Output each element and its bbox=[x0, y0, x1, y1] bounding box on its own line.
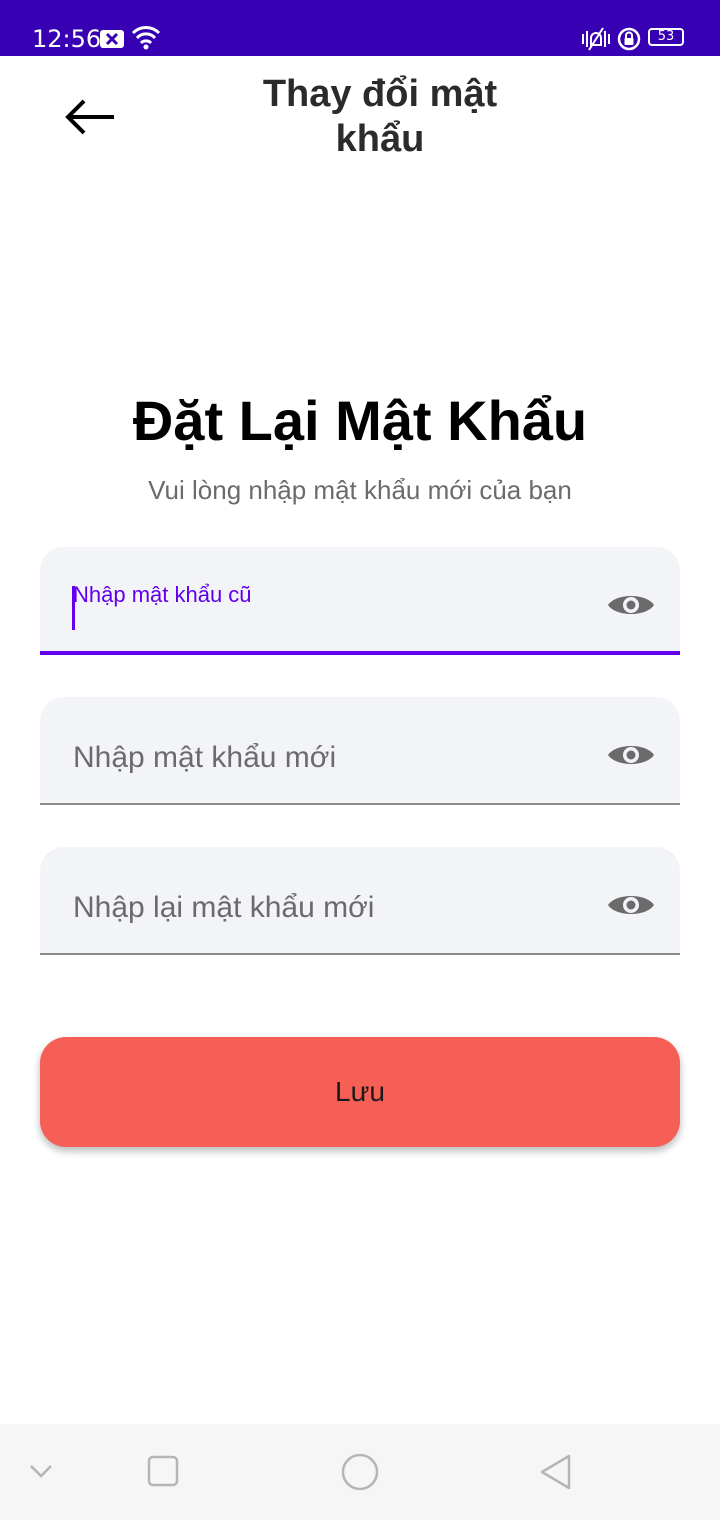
reset-password-heading: Đặt Lại Mật Khẩu bbox=[132, 389, 588, 452]
arrow-left-icon bbox=[65, 99, 114, 135]
notification-x-icon bbox=[100, 30, 124, 48]
eye-icon[interactable] bbox=[606, 890, 656, 920]
save-button[interactable]: Lưu bbox=[40, 1037, 680, 1147]
old-password-field[interactable]: Nhập mật khẩu cũ bbox=[40, 547, 680, 655]
system-nav-bar bbox=[0, 1424, 720, 1520]
reset-password-subheading: Vui lòng nhập mật khẩu mới của bạn bbox=[148, 475, 572, 505]
page-title-line-2: khẩu bbox=[335, 118, 425, 160]
status-time: 12:56 bbox=[32, 25, 102, 53]
page-title-line-1: Thay đổi mật bbox=[262, 73, 498, 115]
old-password-label: Nhập mật khẩu cũ bbox=[73, 582, 252, 607]
confirm-password-field[interactable]: Nhập lại mật khẩu mới bbox=[40, 847, 680, 955]
confirm-password-placeholder: Nhập lại mật khẩu mới bbox=[73, 891, 375, 924]
back-button[interactable] bbox=[60, 92, 120, 142]
new-password-placeholder: Nhập mật khẩu mới bbox=[73, 741, 337, 774]
battery-level: 53 bbox=[657, 29, 675, 44]
eye-icon[interactable] bbox=[606, 590, 656, 620]
vibrate-icon bbox=[582, 27, 610, 51]
battery-icon: 53 bbox=[648, 28, 684, 46]
new-password-field[interactable]: Nhập mật khẩu mới bbox=[40, 697, 680, 805]
status-bar: 12:56 53 bbox=[0, 0, 720, 56]
screen-lock-icon bbox=[617, 27, 641, 51]
page-title: Thay đổi mật khẩu bbox=[230, 72, 530, 162]
chevron-down-icon[interactable] bbox=[28, 1460, 54, 1482]
eye-icon[interactable] bbox=[606, 740, 656, 770]
circle-home-icon[interactable] bbox=[340, 1452, 380, 1492]
text-cursor bbox=[72, 586, 75, 630]
triangle-back-icon[interactable] bbox=[536, 1452, 576, 1492]
wifi-icon bbox=[131, 26, 161, 50]
square-recents-icon[interactable] bbox=[146, 1454, 180, 1488]
